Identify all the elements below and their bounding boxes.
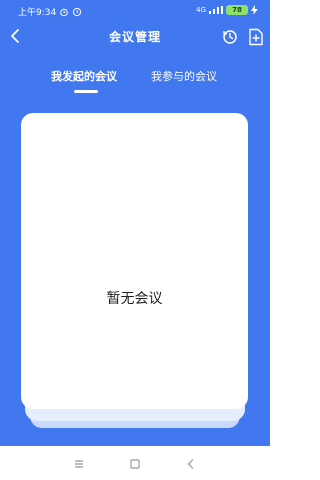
app-header: 会议管理	[0, 20, 270, 54]
system-nav-bar	[0, 446, 270, 480]
clock-icon	[73, 7, 82, 16]
menu-icon[interactable]	[71, 456, 87, 472]
screen: 上午9:34 4G 78 会议管理 我发起的会议 我参与的会议 暂无会议	[0, 0, 270, 480]
meeting-tabs: 我发起的会议 我参与的会议	[0, 62, 270, 94]
tab-my-initiated[interactable]: 我发起的会议	[51, 68, 117, 84]
status-right: 4G 78	[196, 5, 258, 15]
charging-icon	[251, 5, 258, 15]
home-square-icon[interactable]	[127, 456, 143, 472]
empty-state-text: 暂无会议	[106, 291, 163, 307]
back-nav-icon[interactable]	[183, 456, 199, 472]
status-left: 上午9:34	[18, 5, 82, 18]
signal-icon	[209, 6, 223, 14]
tab-my-participated[interactable]: 我参与的会议	[151, 68, 217, 84]
alarm-icon	[60, 8, 69, 16]
status-bar: 上午9:34 4G 78	[0, 0, 270, 20]
active-tab-indicator	[74, 90, 98, 93]
status-time: 上午9:34	[18, 8, 57, 18]
history-icon[interactable]	[222, 28, 238, 46]
meeting-card: 暂无会议	[21, 113, 248, 409]
add-file-icon[interactable]	[248, 28, 264, 46]
battery-icon: 78	[226, 5, 248, 15]
network-label: 4G	[196, 6, 206, 14]
